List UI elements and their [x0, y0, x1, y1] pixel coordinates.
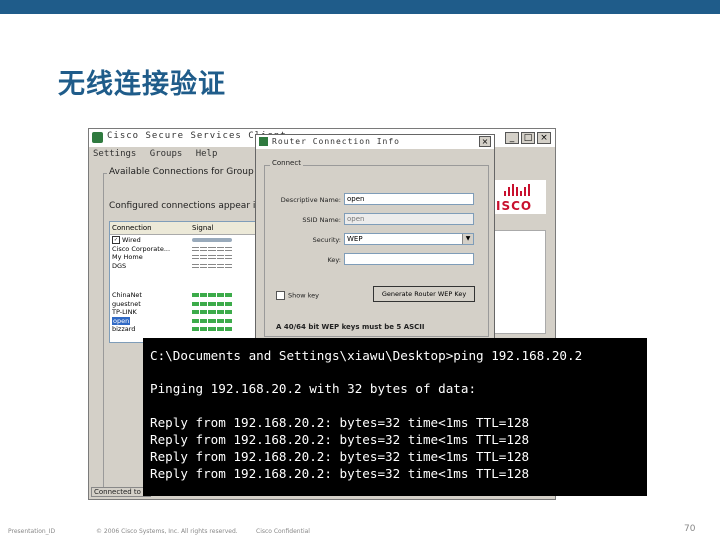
security-value: WEP — [347, 235, 363, 243]
key-label: Key: — [327, 256, 341, 264]
dialog-close-button[interactable]: × — [479, 136, 491, 147]
connection-row-wired[interactable]: ✓ Wired — [110, 236, 258, 245]
checkbox-checked-icon[interactable]: ✓ — [112, 236, 120, 244]
column-signal[interactable]: Signal — [192, 224, 214, 232]
checkbox-icon[interactable] — [276, 291, 285, 300]
status-bar: Connected to — [91, 487, 151, 497]
menu-help[interactable]: Help — [196, 149, 218, 159]
minimize-button[interactable]: _ — [505, 132, 519, 144]
signal-bars-icon — [192, 318, 233, 323]
terminal-line: Reply from 192.168.20.2: bytes=32 time<1… — [150, 415, 530, 430]
maximize-button[interactable]: □ — [521, 132, 535, 144]
connection-row-dgs[interactable]: DGS — [110, 262, 258, 271]
connection-row-open[interactable]: open — [110, 316, 258, 325]
generate-wep-key-button[interactable]: Generate Router WEP Key — [373, 286, 475, 302]
connection-row-guestnet[interactable]: guestnet — [110, 300, 258, 309]
connection-name: My Home — [112, 253, 143, 261]
connection-name: guestnet — [112, 299, 141, 308]
connect-group-title: Connect — [270, 159, 303, 167]
dialog-titlebar[interactable]: Router Connection Info × — [256, 135, 494, 149]
column-connection[interactable]: Connection — [112, 224, 152, 232]
signal-bars-icon — [192, 327, 233, 331]
show-key-label: Show key — [288, 291, 319, 300]
router-connection-info-dialog: Router Connection Info × Connect Descrip… — [255, 134, 495, 344]
close-button[interactable]: × — [537, 132, 551, 144]
descriptive-name-label: Descriptive Name: — [280, 196, 341, 204]
cisco-logo-bars-icon — [504, 184, 530, 196]
security-select[interactable]: WEP ▼ — [344, 233, 474, 245]
footer-confidential: Cisco Confidential — [256, 528, 310, 535]
available-connections-title: Available Connections for Group '( — [107, 167, 265, 177]
app-icon — [92, 132, 103, 143]
signal-bars-icon — [192, 255, 233, 259]
signal-ethernet-icon — [192, 238, 232, 242]
signal-bars-icon — [192, 301, 233, 306]
connection-name: Cisco Corporate... — [112, 244, 171, 253]
connection-row-chinanet[interactable]: ChinaNet — [110, 291, 258, 300]
cisco-logo-text: ISCO — [496, 199, 533, 213]
configured-connections-label: Configured connections appear in — [109, 201, 262, 211]
dialog-title: Router Connection Info — [272, 137, 400, 146]
menu-groups[interactable]: Groups — [150, 149, 183, 159]
connection-row-cisco-corporate[interactable]: Cisco Corporate... — [110, 245, 258, 254]
connection-row-tp-link[interactable]: TP-LINK — [110, 308, 258, 317]
connection-name: DGS — [112, 261, 127, 270]
connection-name: bizzard — [112, 325, 136, 333]
descriptive-name-input[interactable]: open — [344, 193, 474, 205]
list-header: Connection Signal — [110, 222, 258, 235]
connection-row-bizzard[interactable]: bizzard — [110, 325, 258, 334]
menubar: Settings Groups Help — [93, 149, 225, 159]
connection-name: open — [112, 316, 131, 325]
ssid-name-input: open — [344, 213, 474, 225]
page-number: 70 — [684, 524, 696, 534]
terminal-line: Reply from 192.168.20.2: bytes=32 time<1… — [150, 449, 530, 464]
slide-title: 无线连接验证 — [58, 69, 226, 100]
connection-name: TP-LINK — [112, 308, 137, 316]
signal-bars-icon — [192, 293, 233, 297]
footer-copyright: © 2006 Cisco Systems, Inc. All rights re… — [96, 528, 238, 535]
connection-row-my-home[interactable]: My Home — [110, 253, 258, 262]
terminal-line: Reply from 192.168.20.2: bytes=32 time<1… — [150, 432, 530, 447]
footer-presentation-id: Presentation_ID — [8, 528, 56, 535]
wep-key-note: A 40/64 bit WEP keys must be 5 ASCII — [276, 323, 425, 331]
signal-bars-icon — [192, 246, 233, 251]
terminal-line: Pinging 192.168.20.2 with 32 bytes of da… — [150, 381, 477, 396]
chevron-down-icon[interactable]: ▼ — [462, 234, 473, 244]
connection-name: ChinaNet — [112, 291, 142, 299]
show-key-checkbox[interactable]: Show key — [276, 291, 319, 300]
top-banner — [0, 0, 720, 14]
menu-settings[interactable]: Settings — [93, 149, 136, 159]
connection-list[interactable]: Connection Signal ✓ Wired Cisco Corporate… — [109, 221, 259, 343]
key-input[interactable] — [344, 253, 474, 265]
ssid-name-label: SSID Name: — [302, 216, 341, 224]
details-pane — [494, 230, 546, 334]
signal-bars-icon — [192, 310, 233, 314]
security-label: Security: — [312, 236, 341, 244]
terminal-line: C:\Documents and Settings\xiawu\Desktop>… — [150, 348, 583, 363]
connection-name: Wired — [122, 236, 141, 244]
signal-bars-icon — [192, 263, 233, 268]
connect-group — [264, 165, 489, 337]
terminal-line: Reply from 192.168.20.2: bytes=32 time<1… — [150, 466, 530, 481]
command-prompt-window[interactable]: C:\Documents and Settings\xiawu\Desktop>… — [143, 338, 647, 496]
app-icon — [259, 137, 268, 146]
